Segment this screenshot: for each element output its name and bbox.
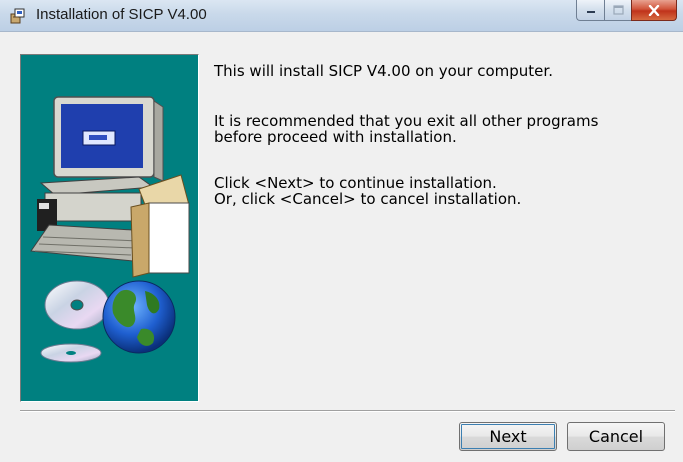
maximize-button[interactable]: [604, 0, 631, 21]
installer-icon: [10, 8, 26, 24]
globe-icon: [102, 280, 176, 354]
close-icon: [648, 4, 660, 16]
caption-buttons: [576, 0, 677, 21]
minimize-button[interactable]: [576, 0, 604, 21]
button-separator: [20, 410, 675, 412]
title-bar[interactable]: Installation of SICP V4.00: [0, 0, 683, 32]
cancel-button[interactable]: Cancel: [567, 422, 665, 451]
software-box-icon: [130, 174, 190, 278]
instructions-text: Click <Next> to continue installation. O…: [214, 174, 522, 208]
maximize-icon: [612, 5, 624, 15]
installer-window: Installation of SICP V4.00 This will ins…: [0, 0, 683, 462]
computer-globe-illustration: [30, 96, 190, 363]
window-title: Installation of SICP V4.00: [36, 6, 207, 23]
cd-disc-icon: [40, 280, 110, 363]
setup-graphic-panel: [20, 54, 199, 402]
close-button[interactable]: [631, 0, 677, 21]
client-area: This will install SICP V4.00 on your com…: [0, 32, 683, 462]
minimize-icon: [586, 11, 595, 13]
monitor-icon: [53, 96, 164, 182]
install-intro-text: This will install SICP V4.00 on your com…: [214, 62, 553, 80]
recommendation-text: It is recommended that you exit all othe…: [214, 112, 599, 146]
next-button[interactable]: Next: [459, 422, 557, 451]
